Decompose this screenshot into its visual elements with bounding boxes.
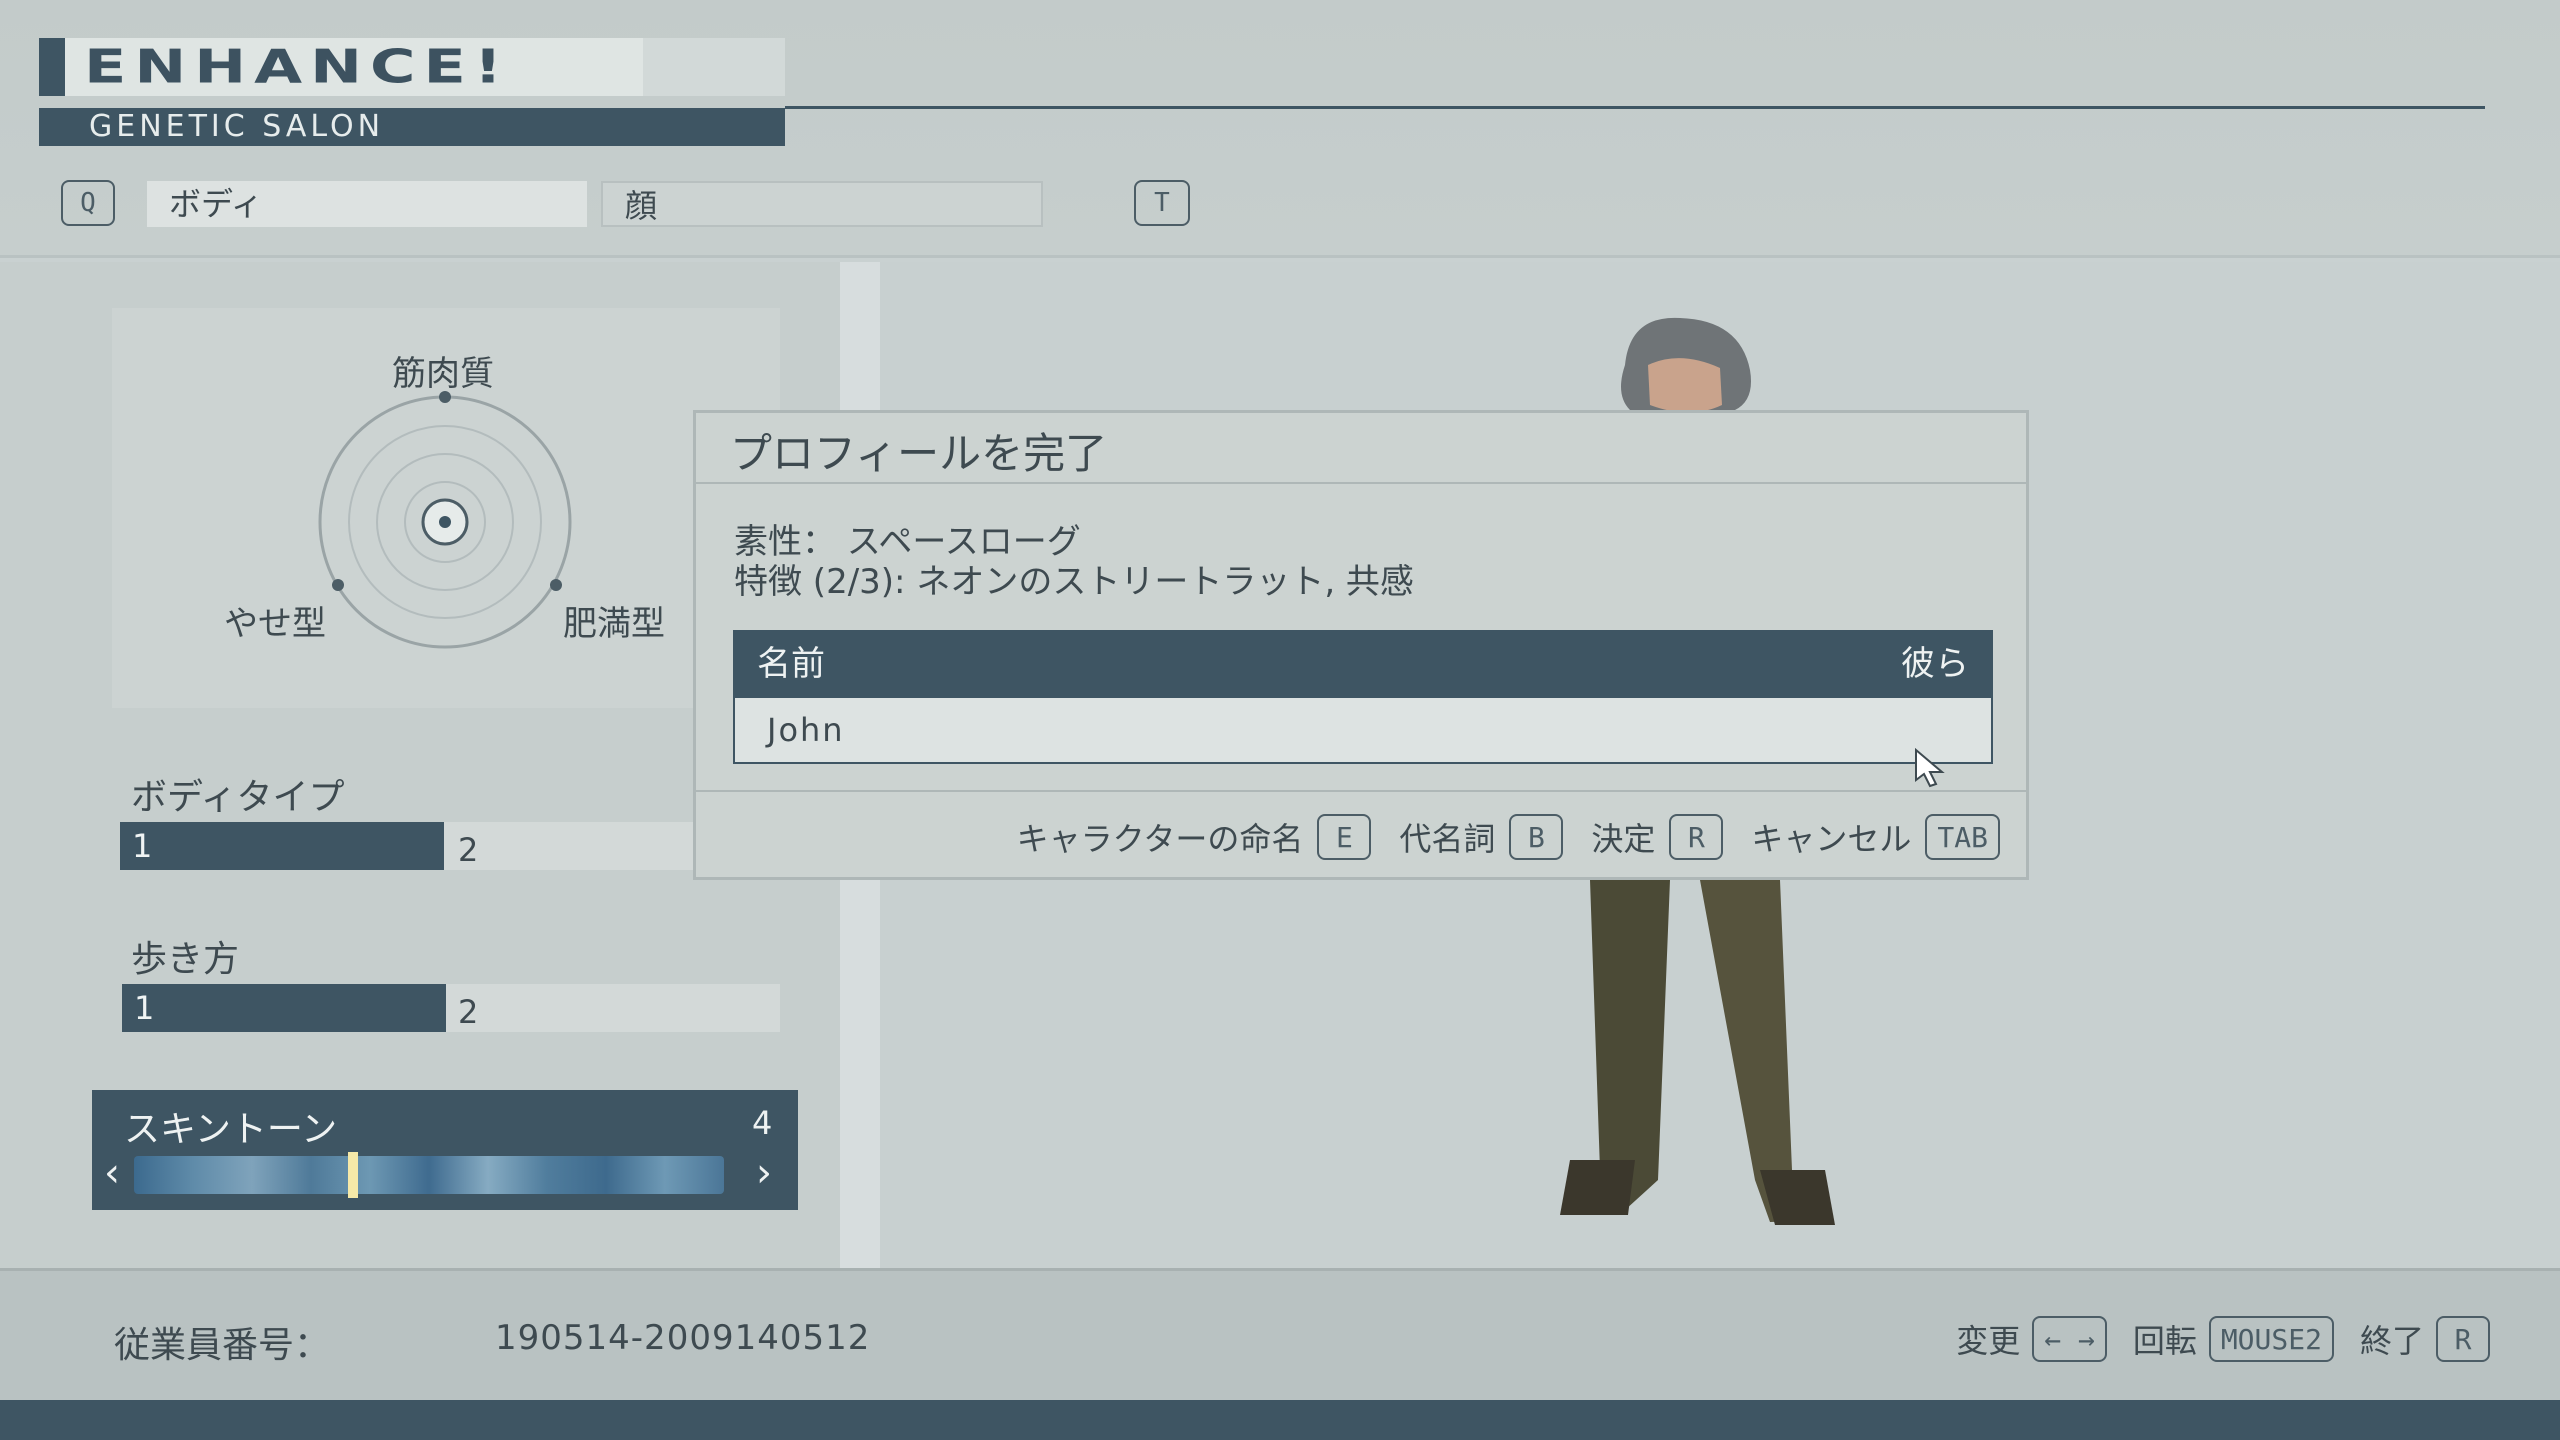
footer-actions: 変更 ← → 回転 MOUSE2 終了 R xyxy=(1800,1312,2490,1366)
name-header: 名前 彼ら xyxy=(733,630,1993,698)
label-muscular: 筋肉質 xyxy=(392,354,494,394)
tab-body[interactable]: ボディ xyxy=(147,181,587,227)
employee-number: 190514-2009140512 xyxy=(495,1318,871,1358)
modal-divider xyxy=(696,482,2026,484)
confirm-action-label[interactable]: 決定 xyxy=(1591,814,1655,860)
tab-face[interactable]: 顔 xyxy=(601,181,1043,227)
walk-style-title: 歩き方 xyxy=(131,939,240,980)
shape-handle-dot xyxy=(439,516,451,528)
employee-label: 従業員番号： xyxy=(114,1325,331,1366)
cancel-key[interactable]: TAB xyxy=(1925,814,2000,860)
character-face xyxy=(1648,358,1722,413)
walk-style-fill[interactable]: 1 xyxy=(122,984,446,1032)
subtitle-bar: GENETIC SALON xyxy=(39,108,785,146)
shape-vertex-thin xyxy=(332,579,344,591)
body-shape-graph[interactable] xyxy=(300,380,590,670)
label-thin: やせ型 xyxy=(224,604,326,644)
shape-vertex-heavy xyxy=(550,579,562,591)
traits-line: 特徴 (2/3): ネオンのストリートラット, 共感 xyxy=(734,562,1414,602)
name-header-label: 名前 xyxy=(757,644,825,684)
skin-tone-title: スキントーン xyxy=(124,1109,338,1150)
label-heavy: 肥満型 xyxy=(563,604,665,644)
cancel-action-label[interactable]: キャンセル xyxy=(1751,814,1911,860)
body-type-max: 2 xyxy=(458,831,479,869)
prev-tab-key[interactable]: Q xyxy=(61,180,115,226)
walk-style-max: 2 xyxy=(458,993,479,1031)
pronoun-action-label[interactable]: 代名詞 xyxy=(1399,814,1495,860)
body-type-fill[interactable]: 1 xyxy=(120,822,444,870)
character-boot-left xyxy=(1560,1160,1635,1215)
pronoun-key[interactable]: B xyxy=(1509,814,1564,860)
name-input[interactable]: John xyxy=(733,698,1993,764)
logo-text: ENHANCE! xyxy=(84,38,511,94)
pronoun-value[interactable]: 彼ら xyxy=(1901,630,1969,698)
rename-action-label[interactable]: キャラクターの命名 xyxy=(1017,814,1304,860)
change-action-label[interactable]: 変更 xyxy=(1956,1316,2020,1362)
header-divider xyxy=(785,106,2485,109)
skin-tone-marker[interactable] xyxy=(348,1152,358,1198)
exit-key[interactable]: R xyxy=(2436,1316,2490,1362)
change-key[interactable]: ← → xyxy=(2032,1316,2107,1362)
rename-key[interactable]: E xyxy=(1317,814,1372,860)
modal-divider-bottom xyxy=(696,790,2026,792)
confirm-key[interactable]: R xyxy=(1669,814,1724,860)
chevron-right-icon[interactable]: › xyxy=(756,1150,772,1196)
exit-action-label[interactable]: 終了 xyxy=(2360,1316,2424,1362)
modal-actions: キャラクターの命名 E 代名詞 B 決定 R キャンセル TAB xyxy=(700,812,2000,862)
rotate-action-label[interactable]: 回転 xyxy=(2133,1316,2197,1362)
chevron-left-icon[interactable]: ‹ xyxy=(104,1150,120,1196)
skin-tone-value: 4 xyxy=(752,1104,773,1142)
body-type-title: ボディタイプ xyxy=(131,777,345,818)
mouse-cursor-icon xyxy=(1915,748,1945,788)
next-tab-key[interactable]: T xyxy=(1134,180,1190,226)
rotate-key[interactable]: MOUSE2 xyxy=(2208,1316,2334,1362)
footer-accent xyxy=(0,1400,2560,1440)
logo-mark xyxy=(39,38,65,96)
skin-tone-spectrum[interactable] xyxy=(134,1156,724,1194)
modal-title: プロフィールを完了 xyxy=(730,429,1108,478)
